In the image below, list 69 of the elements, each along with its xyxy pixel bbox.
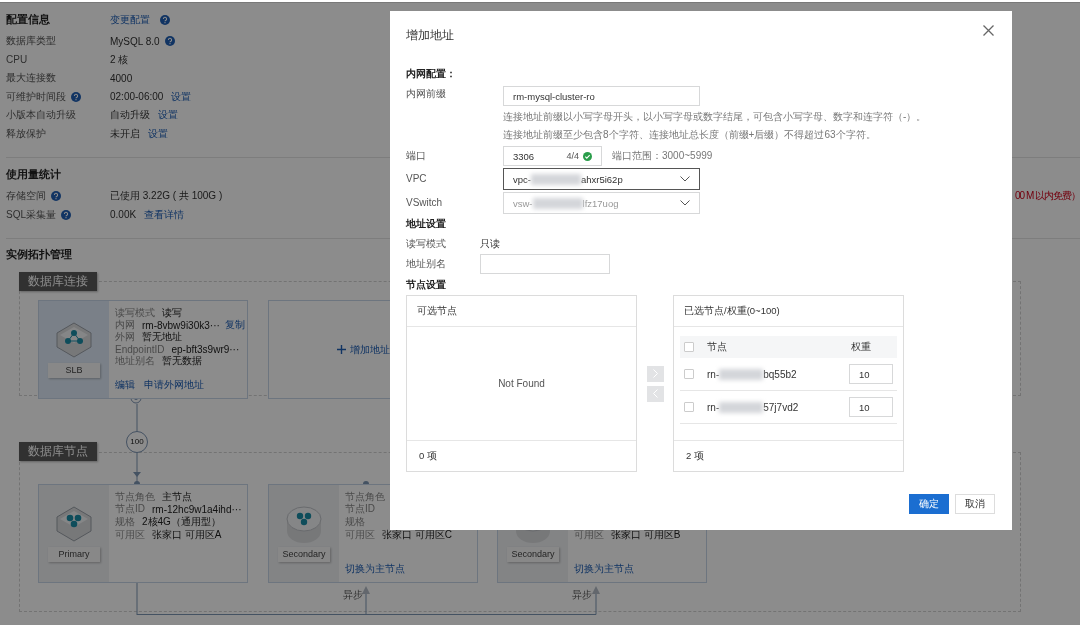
field-value: 暂无地址: [142, 330, 182, 344]
field-value: 未开启: [110, 126, 140, 141]
field-label: CPU: [6, 54, 28, 66]
field-value: 主节点: [162, 489, 192, 504]
panel-title: 已选节点/权重(0~100): [674, 296, 903, 327]
section-heading: 内网配置：: [406, 67, 457, 81]
sync-label: 异步: [343, 588, 364, 602]
node-label: Primary: [48, 546, 100, 562]
field-value: 2核4G（通用型）: [142, 514, 221, 529]
item-count: 2 项: [674, 440, 903, 471]
field-value: 暂无数据: [162, 355, 202, 368]
field-label: 最大连接数: [6, 71, 56, 86]
field-label: 小版本自动升级: [6, 108, 76, 123]
field-label: 内网前缀: [406, 87, 447, 101]
field-label: VSwitch: [406, 196, 444, 210]
section-heading: 地址设置: [406, 217, 447, 231]
field-label: 存储空间: [6, 189, 46, 204]
field-value: 02:00-06:00: [110, 91, 164, 103]
range-hint: 端口范围：3000~5999: [612, 149, 713, 163]
section-title: 使用量统计: [6, 168, 62, 182]
column-header: 权重: [851, 340, 872, 354]
field-value: 4000: [110, 72, 133, 84]
field-label: 地址别名: [406, 257, 447, 271]
quota-note: 00 M 以内免费）: [1015, 189, 1080, 204]
field-value: 2 核: [110, 52, 129, 67]
field-value: 只读: [480, 237, 500, 251]
section-title: 配置信息: [6, 13, 51, 27]
field-label: EndpointID: [115, 343, 165, 355]
field-label: 规格: [115, 514, 135, 529]
field-value: 张家口 可用区C: [382, 527, 452, 542]
field-label: 可维护时间段: [6, 89, 66, 104]
field-value: 张家口 可用区B: [611, 527, 681, 542]
node-id: rn- bq55b2: [707, 368, 798, 380]
empty-text: Not Found: [498, 378, 545, 389]
field-value: 自动升级: [110, 108, 150, 123]
dialog-title: 增加地址: [406, 26, 454, 44]
node-label: SLB: [48, 362, 100, 378]
panel-title: 可选节点: [407, 296, 636, 327]
field-value: MySQL 8.0: [110, 35, 160, 47]
hint-text: 连接地址前缀至少包含8个字符、连接地址总长度（前缀+后缀）不得超过63个字符。: [503, 129, 877, 141]
field-label: 数据库类型: [6, 34, 56, 49]
weight-badge: 100: [126, 431, 148, 453]
node-label: Secondary: [507, 546, 559, 562]
group-label: 数据库节点: [19, 442, 97, 461]
field-value: 已使用 3.22G ( 共 100G ): [110, 189, 223, 204]
column-header: 节点: [707, 340, 728, 354]
field-label: 端口: [406, 149, 427, 163]
sync-label: 异步: [572, 588, 593, 602]
field-label: 规格: [345, 514, 365, 529]
section-heading: 节点设置: [406, 278, 447, 292]
char-counter: 4/4: [566, 151, 579, 161]
field-label: VPC: [406, 172, 428, 186]
field-value: 0.00K: [110, 209, 137, 221]
field-value: 张家口 可用区A: [152, 527, 222, 542]
field-value: rm-12hc9w1a4ihd···: [152, 503, 242, 515]
field-value: 读写: [162, 306, 182, 320]
item-count: 0 项: [407, 440, 636, 471]
field-label: 外网: [115, 330, 135, 344]
field-label: 释放保护: [6, 126, 46, 141]
group-label: 数据库连接: [19, 272, 97, 291]
hint-text: 连接地址前缀以小写字母开头，以小写字母或数字结尾，可包含小写字母、数字和连字符（-）。: [503, 111, 928, 123]
field-label: SQL采集量: [6, 207, 56, 222]
field-label: 内网: [115, 318, 135, 332]
node-id: rn- 57j7vd2: [707, 401, 800, 413]
field-value: rm-8vbw9i30k3···: [142, 319, 220, 331]
field-value: ep-bft3s9wr9···: [171, 343, 240, 355]
node-label: Secondary: [278, 546, 330, 562]
field-label: 读写模式: [406, 237, 447, 251]
section-title: 实例拓扑管理: [6, 248, 73, 262]
